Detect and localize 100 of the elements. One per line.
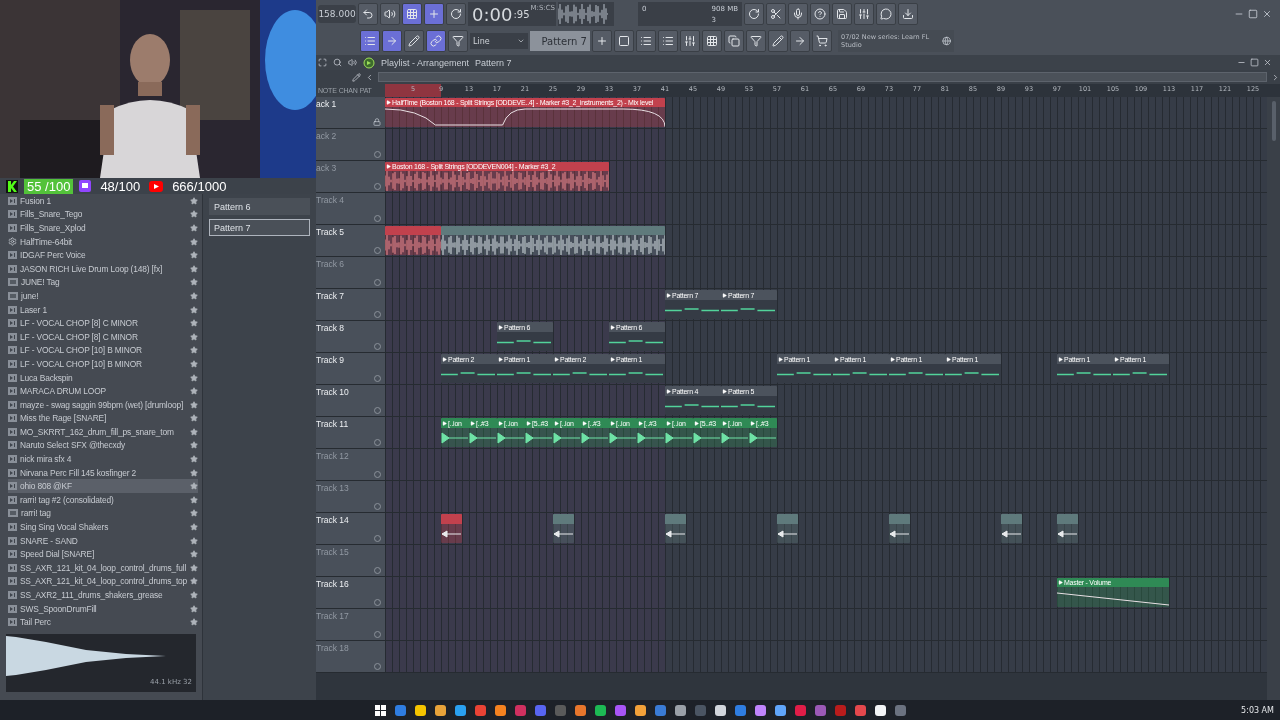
browser-item[interactable]: SNARE - SAND [8, 533, 198, 548]
toolbar-button[interactable] [404, 30, 424, 52]
playlist-clip[interactable] [889, 514, 910, 543]
browser-item[interactable]: Fusion 1 [8, 194, 198, 208]
browser-item[interactable]: LF - VOCAL CHOP [8] C MINOR [8, 316, 198, 330]
app-icon[interactable] [874, 704, 886, 716]
toolbar-button[interactable] [426, 30, 446, 52]
browser-item[interactable]: HalfTime-64bit [8, 234, 198, 249]
toolbar-button[interactable] [402, 3, 422, 25]
toolbar-button[interactable] [680, 30, 700, 52]
browser-item[interactable]: Nirvana Perc Fill 145 kosfinger 2 [8, 465, 198, 480]
app-icon[interactable] [594, 704, 606, 716]
toolbar-button[interactable] [636, 30, 656, 52]
browser-item[interactable]: JASON RICH Live Drum Loop (148) [fx] [8, 261, 198, 276]
toolbar-button[interactable] [810, 3, 830, 25]
toolbar-button[interactable] [360, 30, 380, 52]
browser-item[interactable]: june! [8, 289, 198, 303]
record-dot-icon [374, 375, 381, 382]
track-header[interactable]: Track 11 [316, 417, 385, 448]
app-icon[interactable] [754, 704, 766, 716]
overview-scrollbar[interactable] [378, 72, 1267, 82]
app-icon[interactable] [634, 704, 646, 716]
toolbar-button[interactable] [658, 30, 678, 52]
browser-item[interactable]: Speed Dial [SNARE] [8, 547, 198, 562]
track-header[interactable]: Track 10 [316, 385, 385, 416]
toolbar-button[interactable] [380, 3, 400, 25]
toolbar-button[interactable] [446, 3, 466, 25]
browser-item[interactable]: JUNE! Tag [8, 275, 198, 290]
toolbar-button[interactable] [592, 30, 612, 52]
vertical-scrollbar[interactable] [1267, 97, 1280, 700]
app-icon[interactable] [414, 704, 426, 716]
browser-item[interactable]: IDGAF Perc Voice [8, 248, 198, 262]
browser-item[interactable]: Luca Backspin [8, 370, 198, 385]
browser-item[interactable]: LF - VOCAL CHOP [10] B MINOR [8, 357, 198, 371]
app-icon[interactable] [494, 704, 506, 716]
playlist-clip[interactable] [553, 514, 574, 543]
toolbar-button[interactable] [768, 30, 788, 52]
toolbar-button[interactable] [766, 3, 786, 25]
browser-item[interactable]: SS_AXR_121_kit_04_loop_control_drums_top [8, 574, 198, 589]
browser-item[interactable]: LF - VOCAL CHOP [8] C MINOR [8, 329, 198, 344]
playlist-clip[interactable] [441, 226, 665, 255]
toolbar-button[interactable] [746, 30, 766, 52]
browser-item[interactable]: Fills_Snare_Xplod [8, 221, 198, 235]
tempo-display[interactable]: 158.000 [318, 5, 356, 23]
toolbar-button[interactable] [812, 30, 832, 52]
app-icon[interactable] [774, 704, 786, 716]
browser-item[interactable]: mayze - swag saggin 99bpm (wet) [drumloop] [8, 397, 198, 412]
toolbar-button[interactable] [702, 30, 722, 52]
toolbar-button[interactable] [788, 3, 808, 25]
browser-item[interactable]: Naruto Select SFX @thecxdy [8, 438, 198, 453]
browser-item[interactable]: Laser 1 [8, 302, 198, 317]
toolbar-button[interactable] [854, 3, 874, 25]
toolbar-button[interactable] [448, 30, 468, 52]
playlist-clip[interactable] [385, 226, 441, 255]
pattern-item[interactable]: Pattern 6 [209, 198, 310, 215]
toolbar-button[interactable] [876, 3, 896, 25]
playlist-clip[interactable] [441, 514, 462, 543]
browser-item[interactable]: MO_SKRRT_162_drum_fill_ps_snare_tom [8, 425, 198, 439]
toolbar-button[interactable] [744, 3, 764, 25]
browser-item[interactable]: Fills_Snare_Tego [8, 207, 198, 222]
track-header[interactable]: ack 1 [316, 97, 385, 128]
playlist-clip[interactable] [1057, 514, 1078, 543]
browser-item[interactable]: Tail Perc [8, 615, 198, 629]
track-header[interactable]: Track 8 [316, 321, 385, 352]
app-icon[interactable] [714, 704, 726, 716]
browser-item[interactable]: Sing Sing Vocal Shakers [8, 520, 198, 534]
scrollbar-thumb[interactable] [1271, 101, 1276, 141]
browser-item[interactable]: SS_AXR_121_kit_04_loop_control_drums_full [8, 561, 198, 575]
browser-item[interactable]: LF - VOCAL CHOP [10] B MINOR [8, 343, 198, 358]
track-header[interactable]: Track 14 [316, 513, 385, 544]
toolbar-button[interactable] [724, 30, 744, 52]
toolbar-button[interactable] [358, 3, 378, 25]
browser-item[interactable]: rarri! tag #2 (consolidated) [8, 493, 198, 507]
browser-item[interactable]: ohio 808 @KF [8, 479, 198, 494]
toolbar-button[interactable] [898, 3, 918, 25]
track-header[interactable]: Track 5 [316, 225, 385, 256]
toolbar-button[interactable] [424, 3, 444, 25]
app-icon[interactable] [434, 704, 446, 716]
app-icon[interactable] [674, 704, 686, 716]
playlist-clip[interactable] [777, 514, 798, 543]
browser-item[interactable]: nick mira sfx 4 [8, 452, 198, 466]
track-header[interactable]: Track 9 [316, 353, 385, 384]
toolbar-button[interactable] [832, 3, 852, 25]
snap-dropdown[interactable]: Line [470, 33, 528, 49]
toolbar-button[interactable] [614, 30, 634, 52]
app-icon[interactable] [454, 704, 466, 716]
browser-item[interactable]: SWS_SpoonDrumFill [8, 601, 198, 616]
track-header[interactable]: Track 7 [316, 289, 385, 320]
playlist-clip[interactable] [665, 514, 686, 543]
browser-item[interactable]: SS_AXR2_111_drums_shakers_grease [8, 588, 198, 602]
browser-item[interactable]: MARACA DRUM LOOP [8, 384, 198, 398]
browser-item[interactable]: rarri! tag [8, 506, 198, 521]
pattern-item[interactable]: Pattern 7 [209, 219, 310, 236]
toolbar-button[interactable] [382, 30, 402, 52]
windows-logo-icon[interactable] [374, 704, 386, 716]
track-header[interactable]: Track 16 [316, 577, 385, 608]
toolbar-button[interactable] [790, 30, 810, 52]
browser-item[interactable]: Miss the Rage [SNARE] [8, 411, 198, 426]
pattern-selector[interactable]: Pattern 7 [530, 31, 590, 51]
playlist-clip[interactable] [1001, 514, 1022, 543]
